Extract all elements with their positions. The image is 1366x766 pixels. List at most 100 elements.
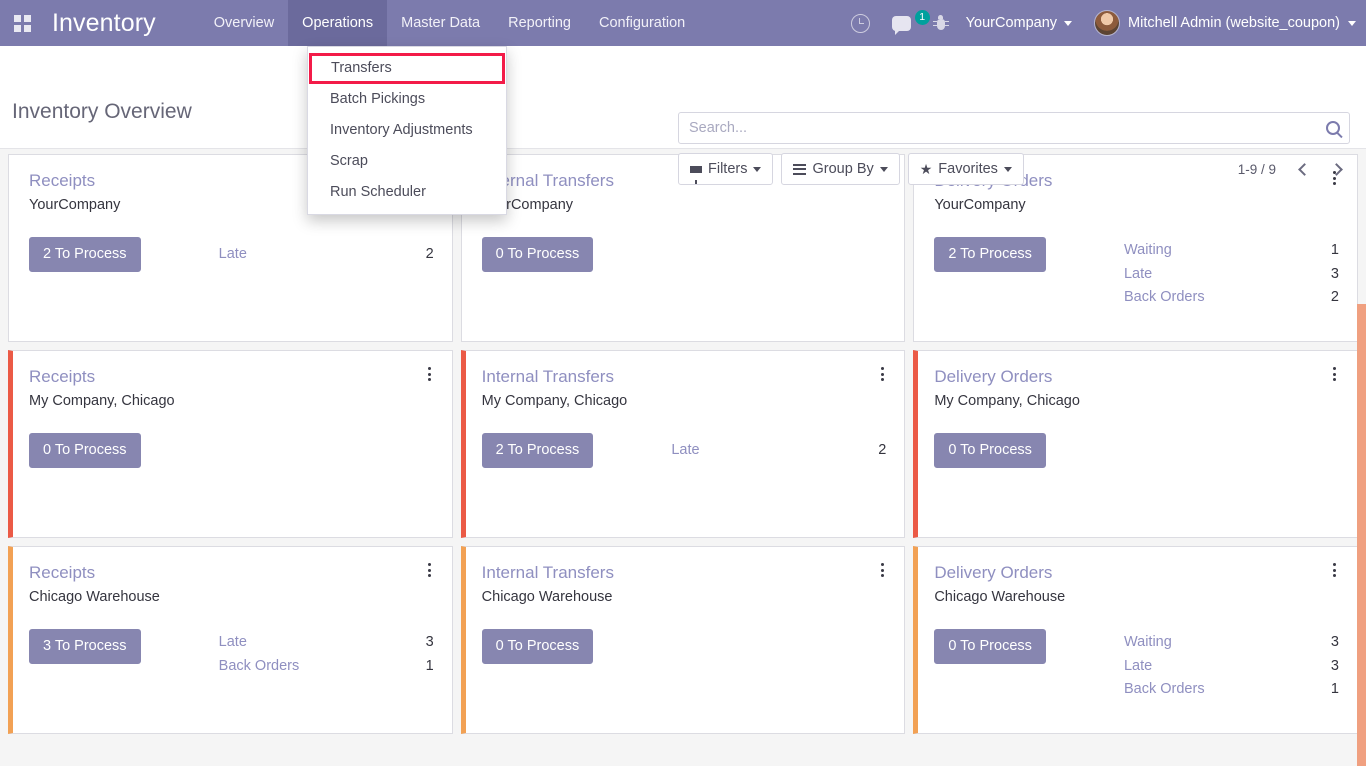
company-switcher[interactable]: YourCompany [960, 15, 1082, 31]
kanban-card[interactable]: Delivery Orders Chicago Warehouse 0 To Pro… [913, 546, 1358, 734]
pager-previous-button[interactable] [1290, 154, 1318, 184]
card-body: 0 To Process [934, 433, 1339, 468]
menu-item-overview[interactable]: Overview [200, 0, 288, 46]
stat-value: 2 [1330, 289, 1339, 305]
chevron-left-icon [1297, 162, 1311, 176]
to-process-button[interactable]: 0 To Process [481, 629, 594, 664]
navbar-right-tools: 1 YourCompany Mitchell Admin (website_co… [840, 0, 1366, 46]
kebab-menu-icon[interactable] [874, 559, 890, 581]
apps-grid-icon [13, 14, 31, 32]
to-process-button[interactable]: 0 To Process [934, 433, 1046, 468]
menu-item-reporting[interactable]: Reporting [494, 0, 585, 46]
stat-value: 2 [878, 441, 887, 458]
user-menu[interactable]: Mitchell Admin (website_coupon) [1082, 10, 1356, 36]
to-process-button[interactable]: 2 To Process [29, 237, 141, 272]
menu-item-configuration[interactable]: Configuration [585, 0, 699, 46]
user-name: Mitchell Admin (website_coupon) [1128, 15, 1340, 31]
star-icon: ★ [919, 161, 933, 177]
card-body: 2 To Process Late 2 [29, 237, 434, 272]
pager-next-button[interactable] [1322, 154, 1350, 184]
stat-row: Late 2 [219, 243, 434, 267]
messages-button[interactable]: 1 [881, 9, 930, 35]
stat-label[interactable]: Waiting [1124, 239, 1172, 263]
card-title[interactable]: Delivery Orders [934, 367, 1339, 387]
card-subtitle: My Company, Chicago [934, 393, 1080, 409]
stat-row: Late 2 [671, 439, 886, 463]
pager: 1-9 / 9 [1238, 153, 1350, 185]
search-icon [1326, 121, 1340, 135]
apps-launcher-button[interactable] [0, 0, 44, 46]
operations-dropdown-menu: Transfers Batch Pickings Inventory Adjustm… [307, 46, 507, 215]
search-input[interactable] [679, 113, 1317, 143]
stat-label[interactable]: Late [1124, 263, 1152, 287]
to-process-button[interactable]: 0 To Process [481, 237, 594, 272]
stat-label[interactable]: Back Orders [219, 655, 300, 679]
kanban-card[interactable]: Receipts Chicago Warehouse 3 To Process Lat… [8, 546, 453, 734]
filter-funnel-icon [690, 165, 702, 184]
kebab-menu-icon[interactable] [874, 363, 890, 385]
card-subtitle: My Company, Chicago [481, 393, 628, 409]
card-body: 0 To Process [29, 433, 434, 468]
stat-row: Late 3 [219, 631, 434, 655]
company-name: YourCompany [965, 15, 1058, 31]
card-title[interactable]: Receipts [29, 367, 434, 387]
favorites-button[interactable]: ★ Favorites [907, 153, 1024, 185]
card-subtitle: YourCompany [481, 197, 574, 213]
card-subtitle: Chicago Warehouse [29, 589, 160, 605]
debug-menu-button[interactable] [922, 14, 960, 32]
dropdown-item-inventory-adjustments[interactable]: Inventory Adjustments [308, 115, 506, 146]
to-process-button[interactable]: 2 To Process [934, 237, 1046, 272]
chevron-down-icon [1348, 20, 1356, 26]
card-body: 3 To Process Late 3 Back Orders 1 [29, 629, 434, 678]
to-process-button[interactable]: 0 To Process [29, 433, 141, 468]
dropdown-item-scrap[interactable]: Scrap [308, 146, 506, 177]
menu-item-master-data[interactable]: Master Data [387, 0, 494, 46]
to-process-button[interactable]: 2 To Process [481, 433, 594, 468]
kebab-menu-icon[interactable] [1327, 559, 1343, 581]
group-by-button[interactable]: Group By [781, 153, 900, 185]
stat-label[interactable]: Late [219, 243, 247, 267]
stat-label[interactable]: Late [219, 631, 247, 655]
stat-label[interactable]: Back Orders [1124, 678, 1205, 702]
filters-button[interactable]: Filters [678, 153, 774, 185]
kanban-card[interactable]: Delivery Orders My Company, Chicago 0 To P… [913, 350, 1358, 538]
kanban-card[interactable]: Internal Transfers My Company, Chicago 2 T… [460, 350, 906, 538]
dropdown-item-transfers[interactable]: Transfers [309, 53, 505, 84]
card-title[interactable]: Internal Transfers [482, 367, 887, 387]
stat-value: 1 [1330, 681, 1339, 697]
vertical-scrollbar[interactable] [1357, 304, 1366, 766]
to-process-button[interactable]: 0 To Process [934, 629, 1046, 664]
activity-button[interactable] [840, 13, 881, 33]
menu-item-operations[interactable]: Operations [288, 0, 388, 46]
chevron-down-icon [753, 166, 762, 172]
chevron-right-icon [1329, 162, 1343, 176]
kanban-grid: Receipts YourCompany 2 To Process Late 2 Inte… [8, 154, 1358, 734]
kanban-view: Receipts YourCompany 2 To Process Late 2 Inte… [0, 149, 1366, 766]
card-title[interactable]: Receipts [29, 563, 434, 583]
kanban-card[interactable]: Internal Transfers Chicago Warehouse 0 To … [460, 546, 906, 734]
stat-label[interactable]: Late [671, 439, 699, 463]
stat-row: Back Orders 2 [1124, 286, 1339, 310]
kanban-card[interactable]: Receipts My Company, Chicago 0 To Process [8, 350, 453, 538]
clock-icon [850, 13, 870, 33]
app-brand-title[interactable]: Inventory [44, 9, 172, 38]
stat-label[interactable]: Back Orders [1124, 286, 1205, 310]
card-body: 0 To Process [481, 629, 887, 664]
to-process-button[interactable]: 3 To Process [29, 629, 141, 664]
search-button[interactable] [1317, 121, 1349, 135]
card-subtitle: My Company, Chicago [29, 393, 175, 409]
card-subtitle: YourCompany [934, 197, 1026, 213]
filters-label: Filters [708, 161, 748, 177]
dropdown-item-run-scheduler[interactable]: Run Scheduler [308, 177, 506, 208]
kebab-menu-icon[interactable] [1327, 363, 1343, 385]
stat-label[interactable]: Waiting [1124, 631, 1172, 655]
kebab-menu-icon[interactable] [422, 559, 438, 581]
stat-label[interactable]: Late [1124, 655, 1152, 679]
stat-row: Waiting 3 [1124, 631, 1339, 655]
card-title[interactable]: Internal Transfers [482, 563, 887, 583]
search-options-buttons: Filters Group By ★ Favorites [678, 153, 1024, 185]
card-body: 2 To Process Waiting 1 Late 3 Back Orders 2 [934, 237, 1339, 310]
card-title[interactable]: Delivery Orders [934, 563, 1339, 583]
kebab-menu-icon[interactable] [422, 363, 438, 385]
dropdown-item-batch-pickings[interactable]: Batch Pickings [308, 84, 506, 115]
